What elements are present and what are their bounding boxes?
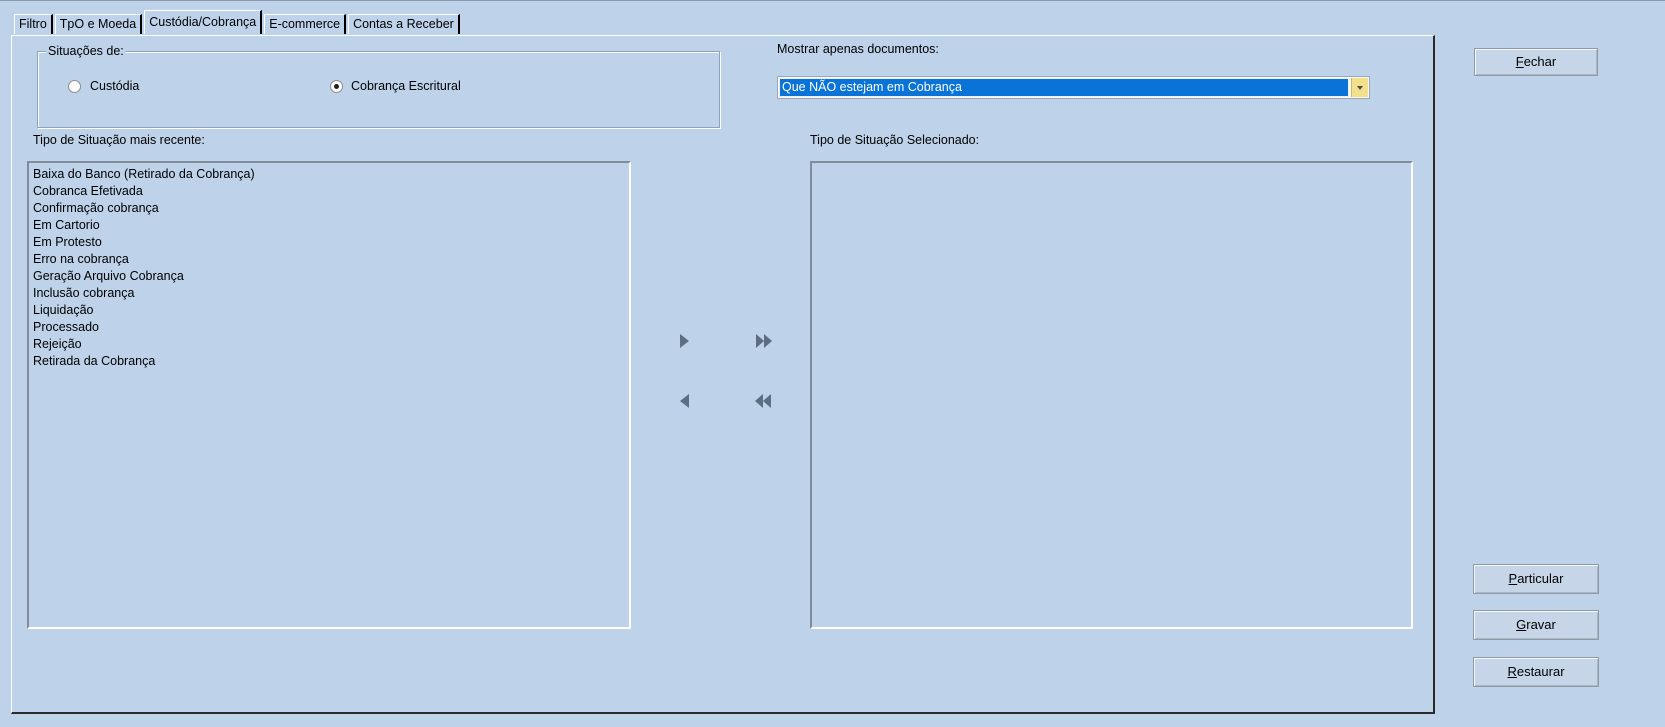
move-all-left-button[interactable] <box>751 389 775 413</box>
triangle-right-icon <box>680 334 689 348</box>
tab-custodia-cobranca[interactable]: Custódia/Cobrança <box>144 10 263 34</box>
situacao-recente-list[interactable]: Baixa do Banco (Retirado da Cobrança) Co… <box>27 161 631 629</box>
radio-custodia-label[interactable]: Custódia <box>90 79 139 93</box>
radio-cobranca-escritural[interactable] <box>330 80 343 93</box>
list-item[interactable]: Baixa do Banco (Retirado da Cobrança) <box>29 166 629 183</box>
situacoes-legend: Situações de: <box>46 44 126 58</box>
move-left-button[interactable] <box>673 389 697 413</box>
list-item[interactable]: Erro na cobrança <box>29 251 629 268</box>
window-top-border <box>0 0 1665 1</box>
list-item[interactable]: Processado <box>29 319 629 336</box>
list-item[interactable]: Rejeição <box>29 336 629 353</box>
particular-button[interactable]: Particular <box>1473 564 1599 594</box>
fechar-button[interactable]: Fechar <box>1474 48 1598 76</box>
double-triangle-left-icon <box>755 394 771 408</box>
double-triangle-right-icon <box>756 334 772 348</box>
triangle-left-icon <box>680 394 689 408</box>
chevron-down-icon[interactable] <box>1351 78 1368 97</box>
gravar-mnemonic: G <box>1516 617 1527 632</box>
restaurar-label-rest: estaurar <box>1516 664 1565 679</box>
situacao-selecionado-list[interactable] <box>810 161 1413 629</box>
tab-filtro[interactable]: Filtro <box>14 14 53 34</box>
tab-strip: Filtro TpO e Moeda Custódia/Cobrança E-c… <box>14 10 462 34</box>
right-list-label: Tipo de Situação Selecionado: <box>810 133 980 147</box>
radio-selected-dot <box>334 84 339 89</box>
fechar-label-rest: echar <box>1523 54 1557 69</box>
list-item[interactable]: Geração Arquivo Cobrança <box>29 268 629 285</box>
tab-contas-a-receber[interactable]: Contas a Receber <box>348 14 460 34</box>
list-item[interactable]: Liquidação <box>29 302 629 319</box>
particular-mnemonic: P <box>1508 571 1518 586</box>
mostrar-combobox[interactable]: Que NÃO estejam em Cobrança <box>777 76 1370 99</box>
mostrar-label: Mostrar apenas documentos: <box>777 42 939 56</box>
list-item[interactable]: Cobranca Efetivada <box>29 183 629 200</box>
radio-custodia[interactable] <box>68 80 81 93</box>
list-item[interactable]: Confirmação cobrança <box>29 200 629 217</box>
list-item[interactable]: Em Protesto <box>29 234 629 251</box>
list-item[interactable]: Inclusão cobrança <box>29 285 629 302</box>
restaurar-button[interactable]: Restaurar <box>1473 657 1599 687</box>
left-list-label: Tipo de Situação mais recente: <box>33 133 205 147</box>
move-all-right-button[interactable] <box>752 329 776 353</box>
move-right-button[interactable] <box>672 329 696 353</box>
mostrar-selected-value[interactable]: Que NÃO estejam em Cobrança <box>779 78 1349 97</box>
list-item[interactable]: Retirada da Cobrança <box>29 353 629 370</box>
gravar-label-rest: ravar <box>1526 617 1556 632</box>
tab-tpo-e-moeda[interactable]: TpO e Moeda <box>54 14 143 34</box>
list-item[interactable]: Em Cartorio <box>29 217 629 234</box>
restaurar-mnemonic: R <box>1507 664 1517 679</box>
radio-cobranca-escritural-label[interactable]: Cobrança Escritural <box>351 79 461 93</box>
particular-label-rest: articular <box>1517 571 1564 586</box>
fechar-mnemonic: F <box>1515 54 1524 69</box>
tab-e-commerce[interactable]: E-commerce <box>264 14 347 34</box>
gravar-button[interactable]: Gravar <box>1473 610 1599 640</box>
